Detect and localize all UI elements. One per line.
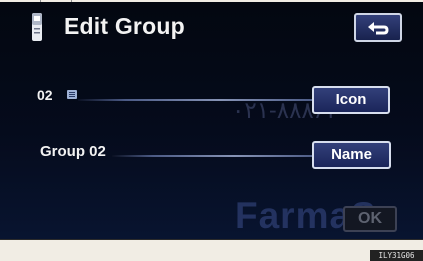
- page-title: Edit Group: [64, 13, 185, 39]
- row-divider: [78, 99, 316, 101]
- group-icon: [67, 90, 77, 99]
- group-number-label: 02: [37, 87, 53, 103]
- group-name-label: Group 02: [40, 143, 106, 160]
- return-arrow-icon: [368, 22, 389, 35]
- phone-icon: [32, 13, 42, 41]
- name-button[interactable]: Name: [312, 141, 391, 169]
- row-divider: [112, 155, 316, 157]
- ok-button[interactable]: OK: [343, 206, 397, 232]
- back-button[interactable]: [354, 13, 402, 42]
- icon-button[interactable]: Icon: [312, 86, 390, 114]
- figure-id-label: ILY31G06: [370, 250, 423, 261]
- edit-group-screen: Edit Group ۰۲۱-۸۸۸۶۲ 02 Icon Group 02 Na…: [0, 2, 423, 240]
